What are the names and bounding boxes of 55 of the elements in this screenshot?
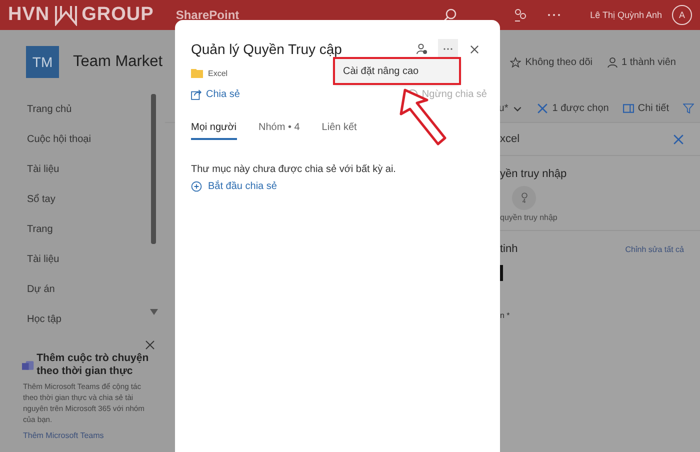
person-icon (416, 43, 428, 55)
teams-icon (22, 360, 34, 370)
clear-icon (537, 102, 548, 114)
follow-button[interactable]: Không theo dõi (510, 56, 592, 68)
person-icon (606, 56, 618, 68)
tab[interactable]: Nhóm • 4 (258, 116, 300, 140)
search-icon[interactable] (442, 7, 458, 23)
logo-icon (54, 4, 78, 26)
share-icon (191, 88, 202, 100)
close-icon (673, 134, 684, 144)
start-sharing-link[interactable]: Bắt đầu chia sẻ (191, 181, 484, 192)
panel-title: xcel (500, 133, 520, 145)
panel-icon (622, 102, 634, 114)
nav-item[interactable]: Trang chủ (27, 104, 72, 114)
menu-item[interactable]: Cài đặt nâng cao (335, 59, 459, 83)
details-button[interactable]: Chi tiết (622, 102, 669, 114)
logo-text: HVN (8, 4, 50, 26)
site-logo: TM (26, 46, 59, 78)
members-button[interactable]: 1 thành viên (606, 56, 676, 68)
user-name[interactable]: Lê Thị Quỳnh Anh (590, 10, 662, 20)
item-name: Excel (208, 68, 228, 78)
tab[interactable]: Mọi người (191, 116, 236, 140)
nav-item[interactable]: Trang (27, 224, 53, 234)
nav-item[interactable]: Tài liệu (27, 254, 60, 264)
nav-item[interactable]: Học tập (27, 314, 62, 324)
site-title: Team Market (73, 53, 163, 71)
section-heading: tinh (500, 243, 518, 255)
folder-icon (191, 68, 203, 78)
section-heading: yền truy nhập (500, 168, 568, 180)
dialog-title: Quản lý Quyền Truy cập (191, 41, 343, 57)
nav-item[interactable]: Sổ tay (27, 194, 56, 204)
empty-message: Thư mục này chưa được chia sẻ với bất kỳ ai. (191, 164, 397, 175)
user-avatar[interactable]: A (672, 5, 692, 25)
more-icon (443, 47, 453, 51)
tab[interactable]: Liên kết (322, 116, 357, 140)
star-icon (510, 56, 522, 68)
nav-item[interactable]: Cuộc hội thoại (27, 134, 91, 144)
nav-item[interactable]: Tài liệu (27, 164, 60, 174)
share-link[interactable]: Chia sẻ (191, 88, 240, 100)
scrollbar[interactable] (151, 94, 156, 244)
close-icon[interactable] (145, 340, 155, 350)
close-icon (470, 44, 478, 54)
nav-item[interactable]: Dự án (27, 284, 55, 294)
text-cursor (500, 265, 503, 281)
edit-all-link[interactable]: Chỉnh sửa tất cả (625, 244, 684, 254)
more-button[interactable] (438, 39, 458, 59)
plus-circle-icon (191, 181, 202, 192)
teams-link[interactable]: Thêm Microsoft Teams (23, 431, 104, 440)
app-name[interactable]: SharePoint (176, 8, 240, 22)
logo-text: GROUP (82, 4, 154, 26)
access-caption: quyền truy nhập (500, 213, 558, 222)
scroll-down-icon[interactable] (150, 309, 158, 315)
field-label: n * (500, 311, 511, 320)
promo-title: Thêm cuộc trò chuyện theo thời gian thực (36, 352, 150, 378)
selection-button[interactable]: 1 được chọn (537, 102, 609, 114)
